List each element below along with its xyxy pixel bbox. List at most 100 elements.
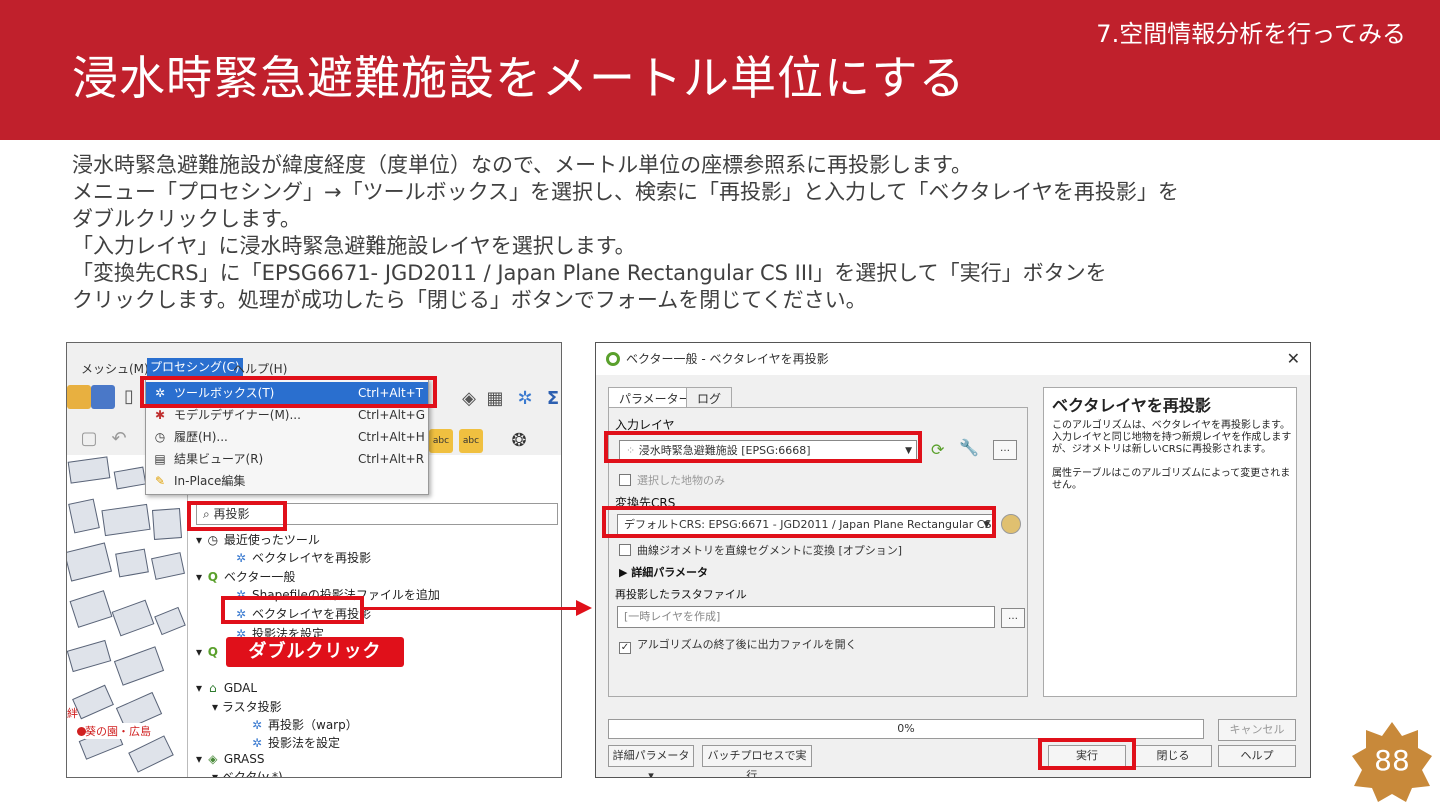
reproject-dialog: ベクター一般 - ベクタレイヤを再投影 ✕ パラメーター ログ 入力レイヤ ⁘ … [595,342,1311,778]
attribute-table-icon[interactable]: ▦ [483,387,507,411]
dialog-titlebar: ベクター一般 - ベクタレイヤを再投影 ✕ [596,343,1310,375]
building-shape [151,508,183,540]
grass-icon: ◈ [208,752,218,766]
highlight-toolbox-menu [140,376,437,408]
help-pane: ベクタレイヤを再投影 このアルゴリズムは、ベクタレイヤを再投影します。入力レイヤ… [1043,387,1297,697]
instruction-line: 浸水時緊急避難施設が緯度経度（度単位）なので、メートル単位の座標参照系に再投影し… [72,153,973,177]
map-place-label: 葵の園・広島 [85,723,151,739]
highlight-input-layer [604,431,922,463]
identify-icon[interactable]: ◈ [457,387,481,411]
label-icon[interactable]: abc [429,429,453,453]
arrow-head-icon [576,600,592,616]
plugin-icon[interactable]: ❂ [507,429,531,453]
pencil-icon: ✎ [154,474,166,488]
crs-selector-globe-icon[interactable] [1001,514,1021,534]
highlight-search [187,501,287,531]
cancel-button[interactable]: キャンセル [1218,719,1296,741]
gdal-icon: ⌂ [209,681,217,695]
undo-icon[interactable]: ↶ [107,427,131,451]
print-layout-icon[interactable]: ▯ [117,385,141,409]
map-place-label: 絆 [67,707,78,720]
raster-gear-icon: ✲ [251,736,263,750]
selected-only-checkbox[interactable]: 選択した地物のみ [619,472,725,488]
tree-raster-projection[interactable]: ▾ ラスタ投影 [212,698,282,715]
highlight-reproject-tool [221,596,364,624]
double-click-callout: ダブルクリック [226,637,404,667]
advanced-parameters-toggle[interactable]: ▶ 詳細パラメータ [619,564,708,580]
wrench-icon[interactable]: 🔧 [959,438,979,457]
tab-log[interactable]: ログ [686,387,733,409]
building-shape [151,552,185,580]
raster-gear-icon: ✲ [251,718,263,732]
menu-item-results-viewer[interactable]: ▤ 結果ビューア(R) Ctrl+Alt+R [146,448,428,470]
tree-vector-general[interactable]: ▾ Q ベクター一般 [196,568,295,585]
iterate-icon[interactable]: ⟳ [931,440,944,459]
output-browse-button[interactable]: … [1001,608,1025,628]
output-file-input[interactable]: [一時レイヤを作成] [617,606,995,628]
tree-recent[interactable]: ▾ ◷ 最近使ったツール [196,531,320,548]
instruction-line: ダブルクリックします。 [72,207,301,231]
building-shape [111,599,155,637]
title-band: 7.空間情報分析を行ってみる 浸水時緊急避難施設をメートル単位にする [0,0,1440,140]
building-shape [72,684,114,720]
instruction-line: メニュー「プロセシング」→「ツールボックス」を選択し、検索に「再投影」と入力して… [72,180,1179,204]
highlight-target-crs [602,506,996,538]
qgis-logo-icon: Q [207,645,218,659]
open-icon[interactable] [67,385,91,409]
open-output-checkbox[interactable]: ✓ アルゴリズムの終了後に出力ファイルを開く [619,636,857,654]
label-pin-icon[interactable]: abc [459,429,483,453]
progress-bar: 0% [608,719,1204,739]
building-shape [67,456,111,484]
tree-collapsed-group[interactable]: ▾ Q [196,645,224,659]
building-shape [115,548,149,578]
advanced-menu-button[interactable]: 詳細パラメータ ▾ [608,745,694,777]
toolbox-icon[interactable]: ✲ [513,387,537,411]
building-shape [69,590,113,628]
slide-title: 浸水時緊急避難施設をメートル単位にする [72,51,966,105]
tree-vector-v[interactable]: ▾ ベクタ(v.*) [212,768,283,777]
tree-warp[interactable]: ✲ 再投影（warp） [250,716,358,733]
highlight-run-button [1038,738,1136,770]
help-title: ベクタレイヤを再投影 [1052,396,1211,415]
tree-assign-gdal[interactable]: ✲ 投影法を設定 [250,734,340,751]
batch-process-button[interactable]: バッチプロセスで実行... [702,745,812,777]
map-canvas[interactable]: 絆 葵の園・広島 [67,455,187,777]
tree-grass[interactable]: ▾ ◈ GRASS [196,752,264,766]
menu-item-history[interactable]: ◷ 履歴(H)... Ctrl+Alt+H [146,426,428,448]
gear-icon: ✲ [235,551,247,565]
results-icon: ▤ [154,452,166,466]
qgis-logo-icon: Q [207,570,218,584]
arrow-line [364,607,578,610]
close-icon[interactable]: ✕ [1287,343,1300,375]
menu-item-inplace-edit[interactable]: ✎ In-Place編集 [146,470,428,492]
close-button[interactable]: 閉じる [1134,745,1212,767]
building-shape [101,503,151,537]
new-project-icon[interactable]: ▢ [77,427,101,451]
help-button[interactable]: ヘルプ [1218,745,1296,767]
building-shape [113,646,165,686]
save-icon[interactable] [91,385,115,409]
building-shape [154,606,186,636]
instruction-line: 「入力レイヤ」に浸水時緊急避難施設レイヤを選択します。 [72,234,636,258]
menu-processing[interactable]: プロセシング(C) [147,358,243,377]
tree-gdal[interactable]: ▾ ⌂ GDAL [196,681,257,695]
qgis-logo-icon [606,352,620,366]
output-label: 再投影したラスタファイル [615,588,747,601]
sum-icon[interactable]: Σ [541,387,561,411]
building-shape [113,466,147,490]
input-layer-options-button[interactable]: … [993,440,1017,460]
shelter-point-marker[interactable] [77,727,86,736]
clock-icon: ◷ [207,533,219,547]
curved-geometry-checkbox[interactable]: 曲線ジオメトリを直線セグメントに変換 [オプション] [619,542,902,558]
instruction-line: クリックします。処理が成功したら「閉じる」ボタンでフォームを閉じてください。 [72,288,867,312]
building-shape [68,498,100,534]
tree-recent-reproject[interactable]: ✲ ベクタレイヤを再投影 [234,549,371,566]
history-icon: ◷ [154,430,166,444]
help-description-attributes: 属性テーブルはこのアルゴリズムによって変更されません。 [1052,468,1291,491]
dialog-title: ベクター一般 - ベクタレイヤを再投影 [626,352,829,366]
help-description: このアルゴリズムは、ベクタレイヤを再投影します。入力レイヤと同じ地物を持つ新規レ… [1052,420,1292,455]
building-shape [128,735,174,773]
menu-mesh[interactable]: メッシュ(M) [81,360,149,377]
instructions: 浸水時緊急避難施設が緯度経度（度単位）なので、メートル単位の座標参照系に再投影し… [72,152,1392,314]
menu-help[interactable]: ヘルプ(H) [233,360,287,377]
